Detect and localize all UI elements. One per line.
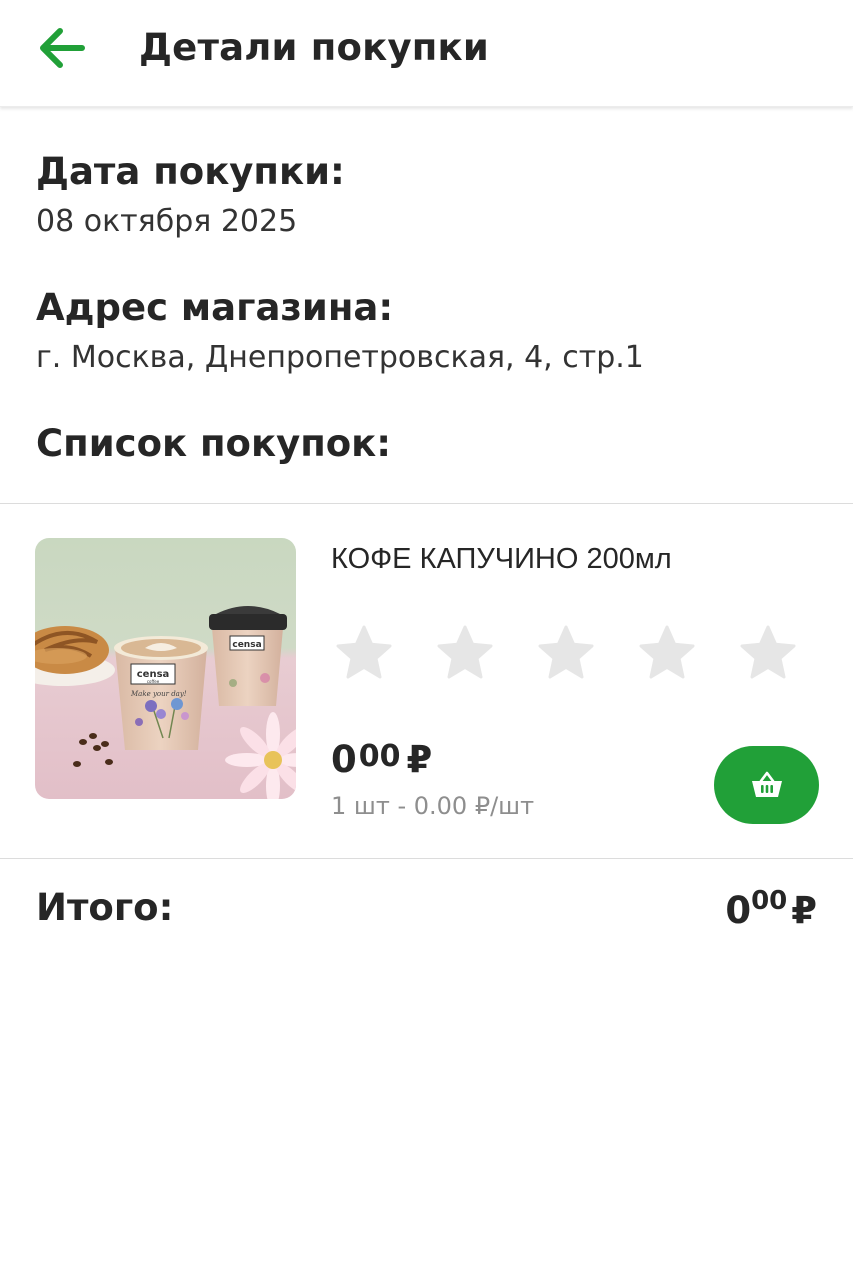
divider	[0, 858, 853, 859]
product-name: КОФЕ КАПУЧИНО 200мл	[331, 543, 672, 575]
item-price: 000 ₽	[331, 738, 432, 781]
add-to-basket-button[interactable]	[714, 746, 819, 824]
star-icon[interactable]	[536, 624, 596, 684]
shopping-list-label: Список покупок:	[36, 422, 392, 465]
star-icon[interactable]	[637, 624, 697, 684]
brand-text-back: censa	[232, 640, 261, 650]
total-frac: 00	[751, 886, 788, 916]
slogan-text: Make your day!	[130, 690, 187, 698]
total-label: Итого:	[36, 886, 174, 929]
item-price-frac: 00	[358, 739, 401, 774]
purchase-date-value: 08 октября 2025	[36, 204, 298, 239]
product-image: censa censa coffee Make your day!	[35, 538, 296, 799]
store-address-value: г. Москва, Днепропетровская, 4, стр.1	[36, 340, 644, 375]
total-int: 0	[725, 889, 752, 932]
star-icon[interactable]	[334, 624, 394, 684]
star-icon[interactable]	[435, 624, 495, 684]
item-price-int: 0	[331, 738, 357, 781]
star-icon[interactable]	[738, 624, 798, 684]
basket-icon	[751, 771, 782, 797]
item-unit-price: 1 шт - 0.00 ₽/шт	[331, 792, 535, 820]
page-title: Детали покупки	[139, 26, 489, 69]
store-address-label: Адрес магазина:	[36, 286, 394, 329]
purchase-date-label: Дата покупки:	[36, 150, 345, 193]
total-currency: ₽	[791, 889, 817, 932]
back-button[interactable]	[30, 20, 90, 76]
total-value: 000 ₽	[725, 886, 817, 932]
app-bar: Детали покупки	[0, 0, 853, 107]
arrow-left-icon	[40, 28, 85, 68]
divider	[0, 503, 853, 504]
rating-stars[interactable]	[334, 624, 804, 686]
item-price-currency: ₽	[406, 738, 433, 781]
brand-sub-text: coffee	[147, 679, 160, 684]
